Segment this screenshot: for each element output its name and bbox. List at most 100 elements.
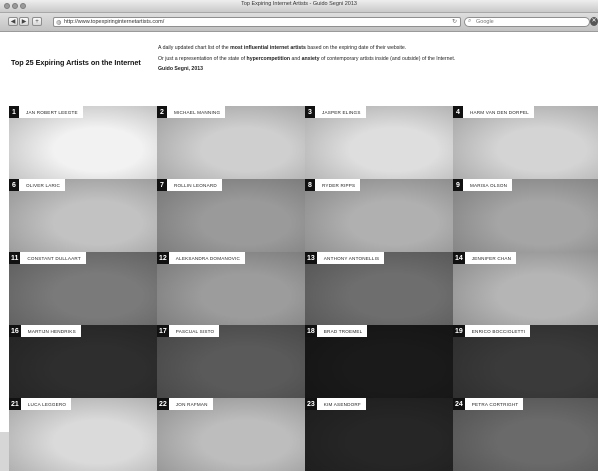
artist-tile[interactable]: 19 Enrico Boccioletti <box>453 325 598 398</box>
artist-name[interactable]: Brad Troemel <box>317 329 368 334</box>
artist-label: 12 Aleksandra Domanovic <box>157 252 246 264</box>
artist-label: 22 Jon Rafman <box>157 398 213 410</box>
artist-tile[interactable]: 4 Harm van den Dorpel <box>453 106 598 179</box>
artist-tile[interactable]: 2 Michael Manning <box>157 106 305 179</box>
rank-number: 19 <box>453 325 465 337</box>
rank-number: 4 <box>453 106 463 118</box>
artist-name[interactable]: Enrico Boccioletti <box>465 329 530 334</box>
artist-tile[interactable]: 9 Marisa Olson <box>453 179 598 252</box>
artist-label: 23 Kim Asendorf <box>305 398 366 410</box>
artist-name[interactable]: Oliver Laric <box>19 183 65 188</box>
artist-name[interactable]: Ryder Ripps <box>315 183 360 188</box>
search-input[interactable]: ⌕ Google <box>464 17 590 27</box>
artist-tile[interactable]: 13 Anthony Antonellis <box>305 252 453 325</box>
rank-number: 6 <box>9 179 19 191</box>
rank-number: 9 <box>453 179 463 191</box>
stop-button[interactable]: ✕ <box>590 17 598 26</box>
artist-tile[interactable]: 22 Jon Rafman <box>157 398 305 471</box>
artist-name[interactable]: Anthony Antonellis <box>317 256 385 261</box>
artist-tile[interactable]: 8 Ryder Ripps <box>305 179 453 252</box>
rank-number: 12 <box>157 252 169 264</box>
artist-tile[interactable]: 7 Rollin Leonard <box>157 179 305 252</box>
artist-label: 21 Luca Leggero <box>9 398 72 410</box>
address-bar[interactable]: ◍ http://www.topexpiringinternetartists.… <box>53 17 461 27</box>
browser-toolbar: ◀ ▶ + ◍ http://www.topexpiringinternetar… <box>0 13 598 32</box>
artist-label: 6 Oliver Laric <box>9 179 66 191</box>
artist-label: 16 Martijn Hendriks <box>9 325 81 337</box>
artist-tile[interactable]: 23 Kim Asendorf <box>305 398 453 471</box>
artist-name[interactable]: Jennifer Chan <box>465 256 516 261</box>
artist-name[interactable]: Jon Rafman <box>169 402 213 407</box>
rank-number: 3 <box>305 106 315 118</box>
rank-number: 7 <box>157 179 167 191</box>
artist-tile[interactable]: 3 Jasper Elings <box>305 106 453 179</box>
artist-name[interactable]: Jan Robert Leegte <box>19 110 83 115</box>
artist-label: 24 Petra Cortright <box>453 398 524 410</box>
plus-icon: + <box>35 19 39 25</box>
artist-tile[interactable]: 11 Constant Dullaart <box>9 252 157 325</box>
artist-name[interactable]: Rollin Leonard <box>167 183 222 188</box>
globe-icon: ◍ <box>56 20 62 26</box>
artist-tile[interactable]: 12 Aleksandra Domanovic <box>157 252 305 325</box>
forward-icon: ▶ <box>21 19 27 25</box>
artist-name[interactable]: Constant Dullaart <box>20 256 85 261</box>
reload-icon[interactable]: ↻ <box>452 18 457 25</box>
window-titlebar: Top Expiring Internet Artists - Guido Se… <box>0 0 598 13</box>
artist-tile[interactable]: 17 Pascual Sisto <box>157 325 305 398</box>
artist-name[interactable]: Petra Cortright <box>465 402 524 407</box>
site-title: Top 25 Expiring Artists on the Internet <box>11 58 141 67</box>
rank-number: 14 <box>453 252 465 264</box>
artist-label: 3 Jasper Elings <box>305 106 366 118</box>
artist-name[interactable]: Aleksandra Domanovic <box>169 256 245 261</box>
back-icon: ◀ <box>10 19 16 25</box>
site-description: A daily updated chart list of the most i… <box>158 43 588 75</box>
artist-label: 7 Rollin Leonard <box>157 179 222 191</box>
search-placeholder: Google <box>476 19 494 25</box>
rank-number: 2 <box>157 106 167 118</box>
rank-number: 13 <box>305 252 317 264</box>
artist-label: 14 Jennifer Chan <box>453 252 517 264</box>
artist-label: 9 Marisa Olson <box>453 179 513 191</box>
description-line-2: Or just a representation of the state of… <box>158 55 456 62</box>
artist-name[interactable]: Luca Leggero <box>21 402 71 407</box>
artist-tile[interactable]: 21 Luca Leggero <box>9 398 157 471</box>
add-bookmark-button[interactable]: + <box>32 17 42 26</box>
artist-name[interactable]: Pascual Sisto <box>169 329 220 334</box>
description-line-1: A daily updated chart list of the most i… <box>158 45 407 51</box>
author-credit: Guido Segni, 2013 <box>158 66 203 72</box>
forward-button[interactable]: ▶ <box>19 17 29 26</box>
artist-label: 11 Constant Dullaart <box>9 252 86 264</box>
rank-number: 8 <box>305 179 315 191</box>
rank-number: 1 <box>9 106 19 118</box>
artist-tile[interactable]: 18 Brad Troemel <box>305 325 453 398</box>
rank-number: 17 <box>157 325 169 337</box>
artist-tile[interactable]: 24 Petra Cortright <box>453 398 598 471</box>
artist-label: 8 Ryder Ripps <box>305 179 361 191</box>
artist-tile[interactable]: 6 Oliver Laric <box>9 179 157 252</box>
rank-number: 22 <box>157 398 169 410</box>
artist-name[interactable]: Michael Manning <box>167 110 225 115</box>
rank-number: 18 <box>305 325 317 337</box>
artist-label: 4 Harm van den Dorpel <box>453 106 534 118</box>
artist-tile[interactable]: 1 Jan Robert Leegte <box>9 106 157 179</box>
artist-name[interactable]: Harm van den Dorpel <box>463 110 534 115</box>
artist-label: 17 Pascual Sisto <box>157 325 220 337</box>
page-content: Top 25 Expiring Artists on the Internet … <box>0 32 598 471</box>
artist-name[interactable]: Marisa Olson <box>463 183 512 188</box>
artist-name[interactable]: Jasper Elings <box>315 110 366 115</box>
artist-tile[interactable]: 16 Martijn Hendriks <box>9 325 157 398</box>
artist-label: 1 Jan Robert Leegte <box>9 106 83 118</box>
artist-label: 19 Enrico Boccioletti <box>453 325 531 337</box>
stop-icon: ✕ <box>591 18 597 24</box>
rank-number: 11 <box>9 252 21 264</box>
artist-label: 13 Anthony Antonellis <box>305 252 385 264</box>
artist-name[interactable]: Kim Asendorf <box>317 402 366 407</box>
artist-name[interactable]: Martijn Hendriks <box>21 329 81 334</box>
window-title: Top Expiring Internet Artists - Guido Se… <box>241 1 357 7</box>
rank-number: 16 <box>9 325 21 337</box>
artist-tile[interactable]: 14 Jennifer Chan <box>453 252 598 325</box>
artist-label: 18 Brad Troemel <box>305 325 368 337</box>
back-button[interactable]: ◀ <box>8 17 18 26</box>
rank-number: 21 <box>9 398 21 410</box>
rank-number: 23 <box>305 398 317 410</box>
